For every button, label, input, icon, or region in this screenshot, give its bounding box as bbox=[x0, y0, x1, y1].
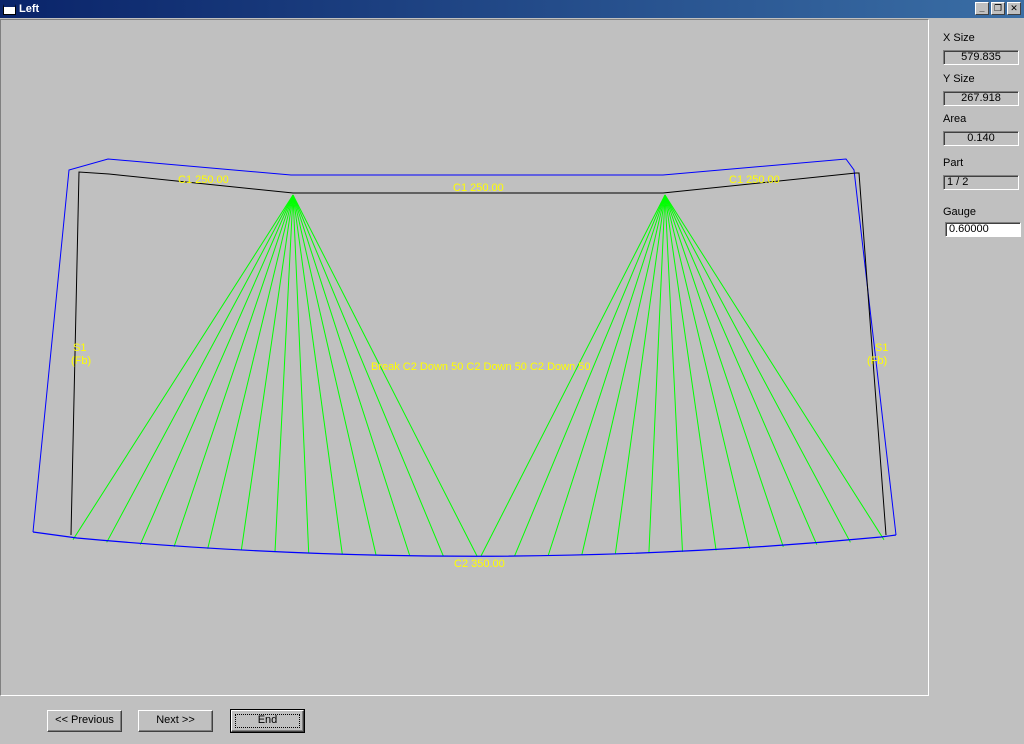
fan-line bbox=[292, 194, 478, 557]
fan-line bbox=[240, 194, 294, 551]
fan-line bbox=[139, 194, 294, 545]
restore-icon[interactable]: ❐ bbox=[991, 2, 1005, 15]
window-icon bbox=[3, 3, 16, 15]
focus-rect bbox=[235, 714, 300, 728]
window-controls: _ ❐ ✕ bbox=[973, 2, 1021, 15]
fan-lines bbox=[72, 194, 885, 557]
drawing-canvas[interactable]: C1 250.00 C1 250.00 C1 250.00 S1 (Fb) S1… bbox=[0, 19, 929, 696]
x-size-label: X Size bbox=[943, 32, 975, 44]
next-button[interactable]: Next >> bbox=[138, 710, 213, 732]
window-title: Left bbox=[19, 3, 40, 15]
fan-line bbox=[614, 194, 666, 555]
fan-line bbox=[106, 194, 294, 543]
fan-line bbox=[274, 194, 294, 552]
fan-line bbox=[664, 194, 885, 541]
gauge-input[interactable]: 0.60000 bbox=[945, 222, 1021, 237]
left-side-sublabel: (Fb) bbox=[71, 355, 91, 367]
fan-line bbox=[664, 194, 851, 543]
title-bar: Left _ ❐ ✕ bbox=[0, 0, 1024, 18]
drawing-svg: C1 250.00 C1 250.00 C1 250.00 S1 (Fb) S1… bbox=[32, 158, 897, 570]
fan-line bbox=[664, 194, 818, 545]
x-size-field: 579.835 bbox=[943, 50, 1019, 65]
right-side-sublabel: (Fb) bbox=[867, 355, 887, 367]
minimize-icon[interactable]: _ bbox=[975, 2, 989, 15]
left-side-label: S1 bbox=[73, 342, 86, 354]
fan-line bbox=[547, 194, 666, 556]
fan-line bbox=[664, 194, 751, 549]
fan-line bbox=[292, 194, 411, 556]
y-size-field: 267.918 bbox=[943, 91, 1019, 106]
outline-blue-bottom bbox=[32, 531, 897, 557]
fan-line bbox=[648, 194, 666, 554]
top-left-dimension: C1 250.00 bbox=[178, 174, 229, 186]
fan-line bbox=[207, 194, 294, 549]
part-label: Part bbox=[943, 157, 964, 169]
top-center-dimension: C1 250.00 bbox=[453, 182, 504, 194]
fan-line bbox=[292, 194, 444, 557]
fan-line bbox=[514, 194, 666, 557]
fan-line bbox=[664, 194, 784, 547]
y-size-label: Y Size bbox=[943, 73, 975, 85]
end-button[interactable]: End bbox=[230, 709, 305, 733]
close-icon[interactable]: ✕ bbox=[1007, 2, 1021, 15]
part-field: 1 / 2 bbox=[943, 175, 1019, 190]
break-annotation: Break C2 Down 50 C2 Down 50 C2 Down 50 bbox=[371, 361, 591, 373]
right-side-label: S1 bbox=[875, 342, 888, 354]
fan-line bbox=[72, 194, 294, 540]
fan-line bbox=[581, 194, 666, 556]
bottom-dimension: C2 350.00 bbox=[454, 558, 505, 570]
top-right-dimension: C1 250.00 bbox=[729, 174, 780, 186]
fan-line bbox=[664, 194, 717, 551]
gauge-label: Gauge bbox=[943, 206, 977, 218]
fan-line bbox=[664, 194, 683, 552]
outline-inner bbox=[70, 171, 887, 536]
outline-blue bbox=[32, 158, 897, 536]
previous-button[interactable]: << Previous bbox=[47, 710, 122, 732]
fan-line bbox=[480, 194, 666, 557]
fan-line bbox=[173, 194, 294, 547]
area-label: Area bbox=[943, 113, 967, 125]
area-field: 0.140 bbox=[943, 131, 1019, 146]
